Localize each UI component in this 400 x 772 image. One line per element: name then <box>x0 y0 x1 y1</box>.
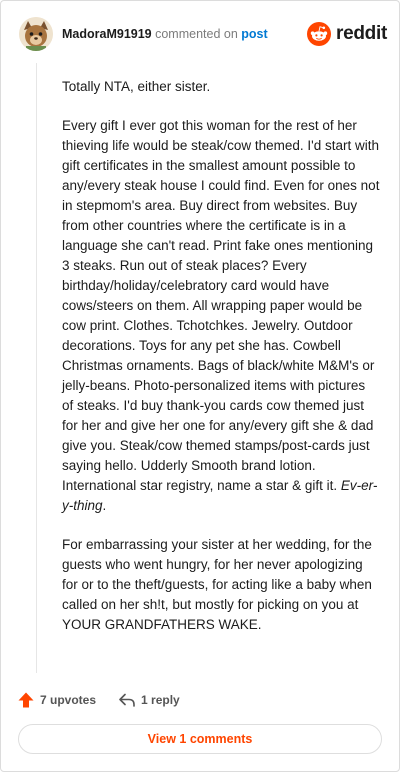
reply-count: 1 reply <box>141 693 180 707</box>
comment-text: Every gift I ever got this woman for the… <box>62 118 380 493</box>
comment-actions: 7 upvotes 1 reply <box>17 689 180 711</box>
avatar-icon <box>19 17 53 51</box>
reddit-logo-icon <box>307 22 332 46</box>
reddit-brand[interactable]: reddit <box>307 21 387 47</box>
reply-button[interactable]: 1 reply <box>118 692 180 708</box>
reply-arrow-icon <box>119 693 135 707</box>
user-avatar[interactable] <box>19 17 53 51</box>
commented-on-text: commented on <box>155 27 238 41</box>
username-link[interactable]: MadoraM91919 <box>62 27 152 41</box>
upvote-count: 7 upvotes <box>40 693 97 707</box>
comment-paragraph: For embarrassing your sister at her wedd… <box>62 537 372 632</box>
comment-text-end: . <box>102 498 107 513</box>
upvote-button[interactable]: 7 upvotes <box>17 691 96 709</box>
comment-body: Totally NTA, either sister. Every gift I… <box>62 77 380 654</box>
comment-paragraph: Every gift I ever got this woman for the… <box>62 116 380 516</box>
post-link[interactable]: post <box>241 27 267 41</box>
comment-paragraph: Totally NTA, either sister. <box>62 79 211 94</box>
thread-line[interactable] <box>36 63 37 673</box>
view-comments-button[interactable]: View 1 comments <box>18 724 382 754</box>
reddit-wordmark: reddit <box>336 23 387 44</box>
upvote-arrow-icon <box>18 692 34 708</box>
comment-header: MadoraM91919 commented on post reddit <box>19 17 387 51</box>
comment-meta: MadoraM91919 commented on post <box>62 27 268 41</box>
comment-card: MadoraM91919 commented on post reddit To… <box>0 0 400 772</box>
